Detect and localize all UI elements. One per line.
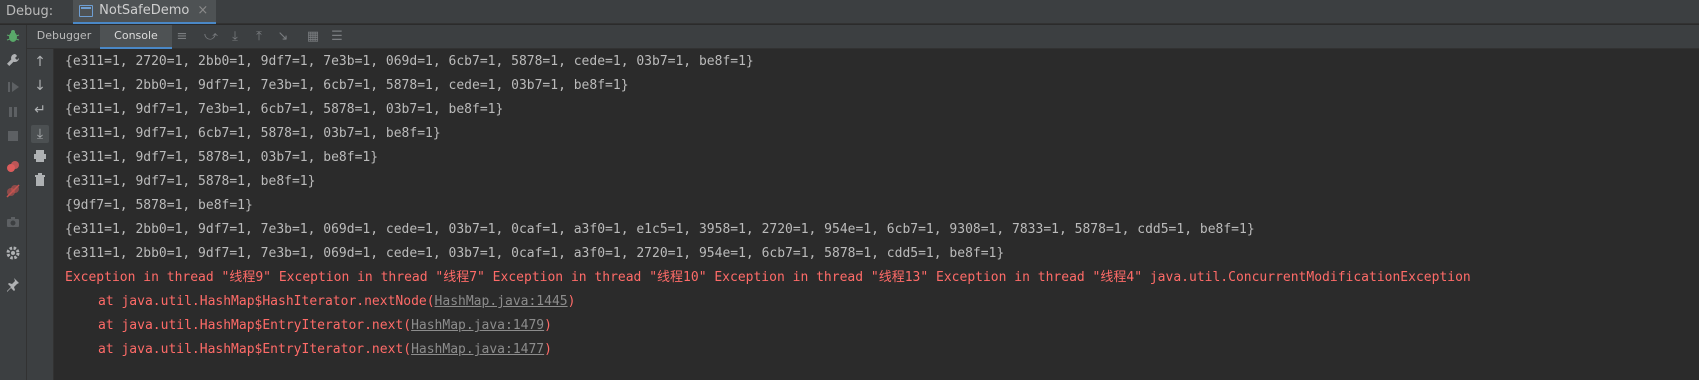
output-line: {e311=1, 9df7=1, 6cb7=1, 5878=1, 03b7=1,…	[65, 126, 441, 141]
down-arrow-icon[interactable]: ↓	[31, 77, 49, 95]
source-link[interactable]: HashMap.java:1445	[435, 294, 568, 309]
stack-trace-line: at java.util.HashMap$EntryIterator.next(…	[98, 338, 552, 362]
scroll-to-end-icon[interactable]: ⤓	[31, 125, 49, 143]
evaluate-icon[interactable]: ▦	[305, 29, 321, 45]
stack-trace-line: at java.util.HashMap$EntryIterator.next(…	[98, 314, 552, 338]
settings-icon[interactable]	[5, 245, 21, 261]
print-icon[interactable]	[31, 149, 49, 167]
stack-trace-text: at java.util.HashMap$HashIterator.nextNo…	[98, 294, 435, 309]
wrench-icon[interactable]	[5, 52, 21, 68]
mute-breakpoints-icon[interactable]	[5, 183, 21, 199]
output-line: {e311=1, 2720=1, 2bb0=1, 9df7=1, 7e3b=1,…	[65, 54, 754, 69]
stack-trace-suffix: )	[544, 318, 552, 333]
source-link[interactable]: HashMap.java:1477	[411, 342, 544, 357]
output-line: {e311=1, 9df7=1, 5878=1, 03b7=1, be8f=1}	[65, 150, 379, 165]
console-output[interactable]: {e311=1, 2720=1, 2bb0=1, 9df7=1, 7e3b=1,…	[55, 49, 1699, 380]
stack-trace-suffix: )	[544, 342, 552, 357]
menu-icon[interactable]: ≡	[174, 29, 190, 45]
tab-debugger[interactable]: Debugger	[31, 25, 97, 49]
pause-icon[interactable]	[5, 104, 21, 120]
step-over-icon[interactable]: ⤻	[203, 29, 219, 45]
session-tab-title: NotSafeDemo	[99, 3, 190, 18]
stop-icon[interactable]	[5, 128, 21, 144]
application-icon	[79, 4, 94, 17]
exception-line: Exception in thread "线程9" Exception in t…	[65, 270, 1471, 285]
stack-trace-suffix: )	[567, 294, 576, 309]
resume-icon[interactable]	[5, 79, 21, 95]
view-breakpoints-icon[interactable]	[5, 159, 21, 175]
trash-icon[interactable]	[31, 173, 49, 191]
stack-trace-line: at java.util.HashMap$HashIterator.nextNo…	[98, 290, 575, 314]
run-to-cursor-icon[interactable]: ↘	[275, 29, 291, 45]
trace-icon[interactable]: ☰	[329, 29, 345, 45]
up-arrow-icon[interactable]: ↑	[31, 53, 49, 71]
output-line: {e311=1, 2bb0=1, 9df7=1, 7e3b=1, 069d=1,…	[65, 246, 1005, 261]
step-into-icon[interactable]: ⤓	[227, 29, 243, 45]
output-line: {e311=1, 2bb0=1, 9df7=1, 7e3b=1, 069d=1,…	[65, 222, 1255, 237]
session-tab-notsafedemo[interactable]: NotSafeDemo ×	[73, 0, 217, 24]
stack-trace-text: at java.util.HashMap$EntryIterator.next(	[98, 342, 412, 357]
step-out-icon[interactable]: ⤒	[251, 29, 267, 45]
source-link[interactable]: HashMap.java:1479	[411, 318, 544, 333]
debug-label: Debug:	[6, 4, 54, 19]
camera-icon[interactable]	[5, 214, 21, 230]
debug-left-toolbar	[0, 25, 27, 380]
output-line: {e311=1, 2bb0=1, 9df7=1, 7e3b=1, 6cb7=1,…	[65, 78, 629, 93]
console-toolbar: ↑ ↓ ↵ ⤓	[27, 49, 54, 380]
debug-title-bar: Debug: NotSafeDemo ×	[0, 0, 1699, 24]
output-line: {e311=1, 9df7=1, 7e3b=1, 6cb7=1, 5878=1,…	[65, 102, 504, 117]
stack-trace-text: at java.util.HashMap$EntryIterator.next(	[98, 318, 412, 333]
pin-icon[interactable]	[5, 276, 21, 292]
output-line: {9df7=1, 5878=1, be8f=1}	[65, 198, 253, 213]
close-icon[interactable]: ×	[197, 3, 208, 18]
debug-tabs-row: Debugger Console ≡ ⤻ ⤓ ⤒ ↘ ▦ ☰	[27, 25, 1699, 49]
bug-icon[interactable]	[5, 28, 21, 44]
output-line: {e311=1, 9df7=1, 5878=1, be8f=1}	[65, 174, 316, 189]
tab-console[interactable]: Console	[100, 25, 172, 49]
soft-wrap-icon[interactable]: ↵	[31, 101, 49, 119]
